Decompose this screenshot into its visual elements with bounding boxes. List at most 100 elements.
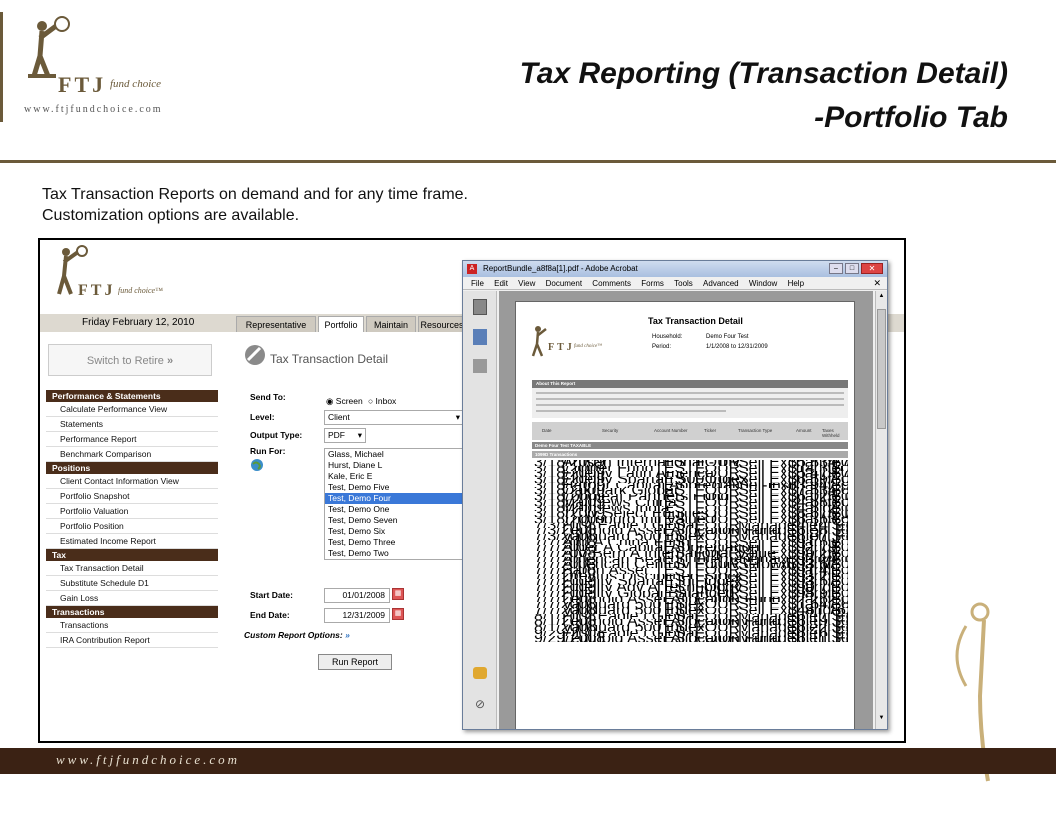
pdf-report-title: Tax Transaction Detail (648, 316, 743, 326)
pdf-period-label: Period: (652, 344, 672, 350)
pdf-household-value: Demo Four Test (706, 334, 749, 340)
end-date-label: End Date: (250, 610, 290, 620)
list-item[interactable]: Test, Demo One (325, 504, 463, 515)
pdf-cell: TESTFOUR (654, 636, 740, 642)
list-item[interactable]: Kale, Eric E (325, 471, 463, 482)
output-type-value: PDF (328, 430, 345, 440)
menu-advanced[interactable]: Advanced (703, 279, 739, 288)
output-type-select[interactable]: PDF ▾ (324, 428, 366, 443)
pdf-subgroup-row: 1099D Transactions (532, 451, 848, 458)
nav-item-calc-performance[interactable]: Calculate Performance View (46, 402, 218, 417)
brand-ftj: FTJ (58, 72, 107, 97)
app-brand-fundchoice: fund choice™ (118, 286, 163, 295)
menu-document[interactable]: Document (546, 279, 582, 288)
nav-item-performance-report[interactable]: Performance Report (46, 432, 218, 447)
list-item[interactable]: Glass, Michael (325, 449, 463, 460)
menu-help[interactable]: Help (788, 279, 804, 288)
start-date-input[interactable]: 01/01/2008 (324, 588, 390, 603)
footer-url: www.ftjfundchoice.com (56, 752, 241, 767)
nav-item-gain-loss[interactable]: Gain Loss (46, 591, 218, 606)
pdf-icon: A (467, 264, 477, 274)
send-screen-radio[interactable]: ◉ Screen (326, 396, 363, 407)
acrobat-window: A ReportBundle_a8f8a[1].pdf - Adobe Acro… (462, 260, 888, 730)
list-item[interactable]: Test, Demo Two (325, 548, 463, 559)
dropdown-arrow-icon: ▾ (357, 430, 362, 440)
list-item[interactable]: Test, Demo Six (325, 526, 463, 537)
globe-icon[interactable] (250, 458, 264, 472)
pdf-cell: $6.11 (788, 636, 827, 642)
menu-forms[interactable]: Forms (641, 279, 664, 288)
menu-comments[interactable]: Comments (592, 279, 631, 288)
send-inbox-label: Inbox (375, 396, 397, 406)
run-report-button[interactable]: Run Report (318, 654, 392, 670)
nav-section-transactions: Transactions (46, 606, 218, 618)
close-icon[interactable]: ✕ (861, 263, 883, 274)
pdf-col-type: Transaction Type (738, 428, 773, 433)
nav-item-client-contact[interactable]: Client Contact Information View (46, 474, 218, 489)
tab-portfolio[interactable]: Portfolio (318, 316, 364, 332)
pdf-table-row: 9/29/2008Leuthold Asset Allocation FundT… (532, 636, 848, 642)
list-item-selected[interactable]: Test, Demo Four (325, 493, 463, 504)
scroll-down-icon[interactable]: ▼ (877, 715, 886, 725)
custom-report-options-label: Custom Report Options: (244, 630, 343, 640)
pdf-about-header: About This Report (532, 380, 848, 388)
pdf-household-label: Household: (652, 334, 683, 340)
list-item[interactable]: Test, Demo Seven (325, 515, 463, 526)
intro-line1: Tax Transaction Reports on demand and fo… (42, 186, 468, 203)
bookmarks-icon[interactable] (473, 329, 487, 345)
menu-window[interactable]: Window (749, 279, 777, 288)
acrobat-titlebar: A ReportBundle_a8f8a[1].pdf - Adobe Acro… (463, 261, 887, 277)
pdf-cell: $0.00 (832, 636, 848, 642)
signatures-icon[interactable] (473, 359, 487, 373)
nav-item-ira-contribution[interactable]: IRA Contribution Report (46, 633, 218, 648)
nav-item-portfolio-valuation[interactable]: Portfolio Valuation (46, 504, 218, 519)
attachments-icon[interactable]: ⊘ (475, 697, 485, 711)
menu-tools[interactable]: Tools (674, 279, 693, 288)
scroll-up-icon[interactable]: ▲ (877, 293, 886, 303)
slide-title: Tax Reporting (Transaction Detail) -Port… (520, 52, 1008, 140)
nav-item-substitute-schedule[interactable]: Substitute Schedule D1 (46, 576, 218, 591)
vertical-scrollbar[interactable]: ▲ ▼ (875, 291, 887, 729)
close-document-icon[interactable]: ✕ (873, 277, 881, 290)
tab-resources[interactable]: Resources (418, 316, 466, 332)
tab-representative[interactable]: Representative (236, 316, 316, 332)
maximize-icon[interactable]: □ (845, 263, 859, 274)
nav-item-portfolio-snapshot[interactable]: Portfolio Snapshot (46, 489, 218, 504)
tab-maintain[interactable]: Maintain (366, 316, 416, 332)
list-item[interactable]: Test, Demo Five (325, 482, 463, 493)
run-for-label: Run For: (250, 446, 286, 456)
pages-icon[interactable] (473, 299, 487, 315)
end-date-input[interactable]: 12/31/2009 (324, 608, 390, 623)
level-select[interactable]: Client ▾ (324, 410, 464, 425)
nav-item-portfolio-position[interactable]: Portfolio Position (46, 519, 218, 534)
menu-file[interactable]: File (471, 279, 484, 288)
sidebar-nav: Performance & Statements Calculate Perfo… (46, 390, 218, 648)
list-item[interactable]: Test, Demo Three (325, 537, 463, 548)
brand-url: www.ftjfundchoice.com (24, 104, 163, 115)
menu-edit[interactable]: Edit (494, 279, 508, 288)
nav-item-transactions[interactable]: Transactions (46, 618, 218, 633)
run-for-listbox[interactable]: Glass, Michael Hurst, Diane L Kale, Eric… (324, 448, 464, 560)
switch-to-retire-button[interactable]: Switch to Retire » (48, 344, 212, 376)
double-chevron-right-icon: » (166, 355, 174, 367)
send-inbox-radio[interactable]: ○ Inbox (368, 396, 396, 406)
pdf-group-row: Demo Four Test TAXABLE (532, 442, 848, 449)
calendar-icon[interactable]: ▦ (392, 608, 404, 620)
nav-item-benchmark[interactable]: Benchmark Comparison (46, 447, 218, 462)
nav-item-estimated-income[interactable]: Estimated Income Report (46, 534, 218, 549)
nav-item-tax-transaction-detail[interactable]: Tax Transaction Detail (46, 561, 218, 576)
level-label: Level: (250, 412, 275, 422)
radio-unchecked-icon: ○ (368, 396, 374, 406)
app-screenshot: FTJ fund choice™ Friday February 12, 201… (38, 238, 906, 743)
calendar-icon[interactable]: ▦ (392, 588, 404, 600)
menu-view[interactable]: View (518, 279, 535, 288)
nav-section-performance: Performance & Statements (46, 390, 218, 402)
custom-report-options-toggle[interactable]: Custom Report Options: » (244, 630, 350, 640)
comments-icon[interactable] (473, 667, 487, 679)
scrollbar-thumb[interactable] (877, 309, 886, 429)
nav-item-statements[interactable]: Statements (46, 417, 218, 432)
pdf-col-taxes: Taxes Withheld (822, 428, 840, 438)
minimize-icon[interactable]: – (829, 263, 843, 274)
list-item[interactable]: Hurst, Diane L (325, 460, 463, 471)
pdf-col-account: Account Number (654, 428, 688, 433)
